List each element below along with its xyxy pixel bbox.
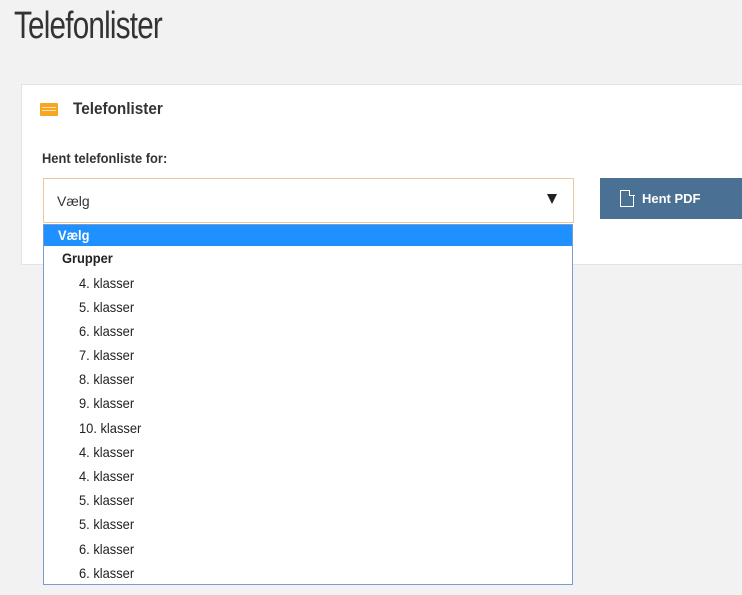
dropdown-option[interactable]: 4. klasser xyxy=(44,464,572,488)
dropdown-option[interactable]: 6. klasser xyxy=(44,561,572,584)
hent-pdf-button[interactable]: Hent PDF xyxy=(600,178,742,219)
dropdown-option-selected[interactable]: Vælg xyxy=(44,225,572,246)
dropdown-option[interactable]: 4. klasser xyxy=(44,271,572,295)
triangle-down-icon[interactable] xyxy=(547,194,557,204)
dropdown-option[interactable]: 6. klasser xyxy=(44,537,572,561)
dropdown-option[interactable]: 10. klasser xyxy=(44,416,572,440)
dropdown-list[interactable]: Vælg Grupper 4. klasser 5. klasser 6. kl… xyxy=(43,224,573,585)
dropdown-option[interactable]: 4. klasser xyxy=(44,440,572,464)
dropdown-option[interactable]: 5. klasser xyxy=(44,512,572,536)
dropdown-option[interactable]: 6. klasser xyxy=(44,319,572,343)
pdf-file-icon xyxy=(620,189,635,207)
dropdown-option[interactable]: 5. klasser xyxy=(44,295,572,319)
page-title: Telefonlister xyxy=(14,5,163,47)
dropdown-optgroup-label: Grupper xyxy=(62,250,113,266)
dropdown-option[interactable]: 7. klasser xyxy=(44,343,572,367)
phonelist-select[interactable]: Vælg xyxy=(43,178,574,223)
panel-header: Telefonlister xyxy=(40,99,173,119)
field-label: Hent telefonliste for: xyxy=(42,150,168,166)
dropdown-option[interactable]: 8. klasser xyxy=(44,367,572,391)
dropdown-option[interactable]: 5. klasser xyxy=(44,488,572,512)
dropdown-option[interactable]: 9. klasser xyxy=(44,391,572,415)
hent-pdf-label: Hent PDF xyxy=(642,191,701,206)
list-icon xyxy=(40,102,58,116)
panel-title: Telefonlister xyxy=(73,99,163,118)
select-value: Vælg xyxy=(57,193,90,209)
